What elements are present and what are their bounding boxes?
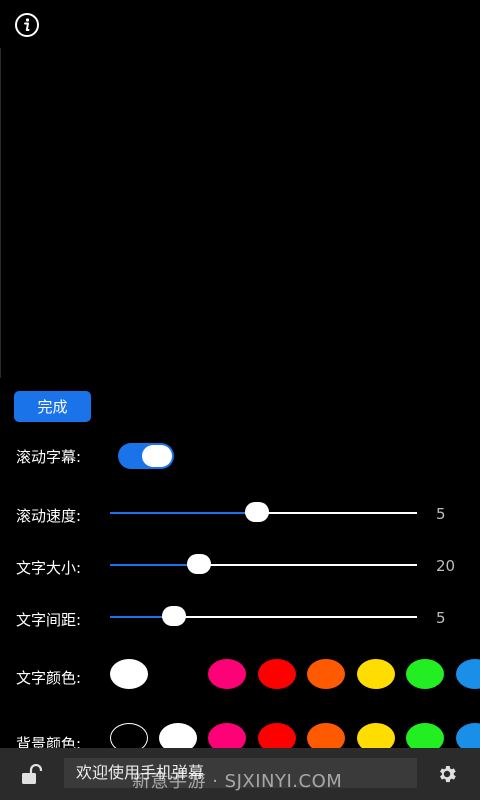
slider-fill — [110, 512, 245, 514]
text-color-swatch[interactable] — [456, 659, 480, 689]
speed-label: 滚动速度: — [16, 507, 82, 525]
done-button[interactable]: 完成 — [14, 391, 91, 422]
lock-button[interactable] — [20, 763, 44, 786]
text-color-swatch[interactable] — [110, 659, 148, 689]
scroll-toggle[interactable] — [118, 443, 174, 469]
size-value: 20 — [436, 557, 456, 575]
text-color-swatch[interactable] — [406, 659, 444, 689]
scroll-label: 滚动字幕: — [16, 448, 82, 466]
watermark: 新意手游 · SJXINYI.COM — [132, 771, 343, 792]
gear-icon — [440, 766, 456, 783]
info-icon — [15, 13, 39, 37]
spacing-slider[interactable] — [110, 605, 417, 629]
text-color-swatch[interactable] — [258, 659, 296, 689]
size-slider[interactable] — [110, 553, 417, 577]
size-label: 文字大小: — [16, 559, 82, 577]
slider-fill — [110, 564, 187, 566]
slider-fill — [110, 616, 162, 618]
toggle-knob — [142, 445, 172, 467]
settings-button[interactable] — [436, 763, 458, 785]
text-color-swatch[interactable] — [208, 659, 246, 689]
text-color-swatch[interactable] — [307, 659, 345, 689]
text-color-label: 文字颜色: — [16, 669, 82, 687]
text-color-swatch[interactable] — [357, 659, 395, 689]
slider-thumb[interactable] — [187, 554, 211, 574]
info-button[interactable] — [14, 12, 40, 38]
slider-thumb[interactable] — [245, 502, 269, 522]
spacing-value: 5 — [436, 609, 446, 627]
speed-slider[interactable] — [110, 501, 417, 525]
unlock-icon — [22, 763, 43, 784]
canvas-edge — [0, 48, 1, 378]
slider-thumb[interactable] — [162, 606, 186, 626]
speed-value: 5 — [436, 505, 446, 523]
spacing-label: 文字间距: — [16, 611, 82, 629]
